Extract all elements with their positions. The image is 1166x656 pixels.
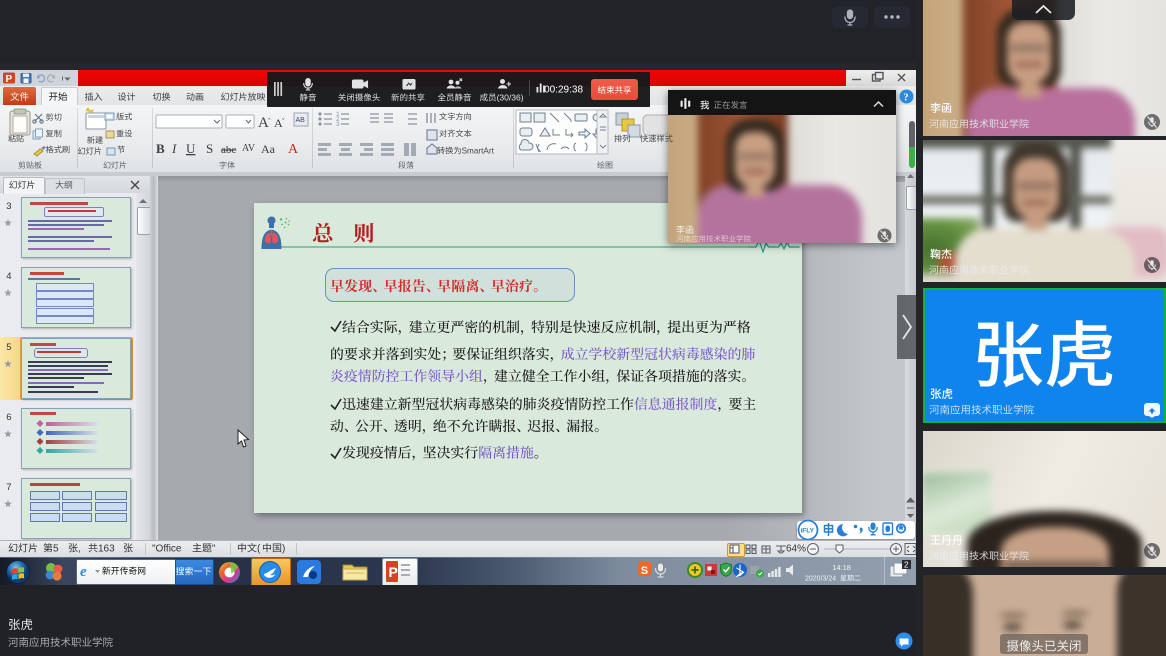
svg-text:SmartArt: SmartArt (462, 147, 495, 156)
svg-text:5: 5 (6, 342, 11, 353)
svg-text:00:29:38: 00:29:38 (544, 85, 583, 96)
svg-text:"Office: "Office (152, 544, 182, 555)
svg-text:64%: 64% (786, 544, 806, 555)
svg-text:(: ( (257, 544, 261, 555)
svg-text:7: 7 (6, 482, 11, 493)
svg-text:(30/36): (30/36) (497, 93, 524, 103)
svg-text:5: 5 (53, 544, 59, 555)
svg-text:14:18: 14:18 (832, 563, 851, 572)
svg-text:2020/3/24: 2020/3/24 (805, 576, 836, 583)
svg-text:): ) (282, 544, 285, 555)
svg-text:163: 163 (98, 544, 115, 555)
svg-text:6: 6 (6, 412, 11, 423)
svg-text:,: , (78, 544, 81, 555)
svg-text:": " (212, 544, 216, 555)
svg-text:4: 4 (6, 271, 11, 282)
svg-text:3: 3 (6, 201, 11, 212)
